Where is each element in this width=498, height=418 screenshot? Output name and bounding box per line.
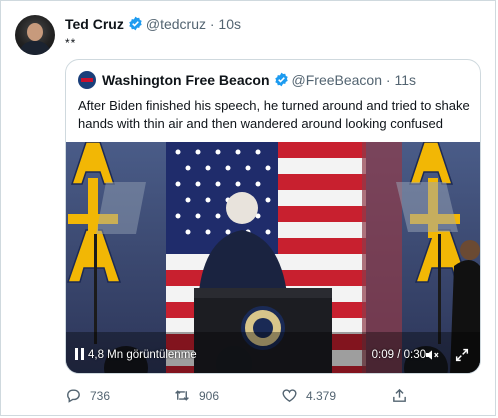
tweet-text: **	[65, 36, 77, 50]
like-icon	[281, 387, 298, 404]
like-count: 4.379	[306, 388, 337, 403]
action-bar: 736 906 4.379	[65, 387, 485, 405]
reply-button[interactable]: 736	[65, 387, 110, 404]
like-button[interactable]: 4.379	[281, 387, 336, 404]
avatar[interactable]	[15, 15, 55, 55]
video-player[interactable]: 4,8 Mn görüntülenme 0:09 / 0:30	[66, 142, 480, 373]
avatar-face	[27, 23, 43, 41]
author-handle[interactable]: @tedcruz	[146, 16, 206, 32]
share-icon	[391, 387, 408, 404]
reply-icon	[65, 387, 82, 404]
verified-badge-icon	[128, 16, 143, 34]
tweet-time[interactable]: · 10s	[210, 16, 241, 32]
retweet-icon	[173, 387, 191, 404]
reply-count: 736	[90, 388, 111, 403]
share-button[interactable]	[391, 387, 408, 404]
quoted-tweet[interactable]: Washington Free Beacon @FreeBeacon · 11s …	[65, 59, 481, 374]
quoted-avatar	[78, 71, 96, 89]
fullscreen-icon[interactable]	[454, 347, 470, 368]
pause-icon[interactable]	[74, 347, 86, 366]
video-frame	[66, 142, 480, 373]
video-time: 0:09 / 0:30	[371, 349, 426, 361]
retweet-count: 906	[199, 388, 220, 403]
quoted-time[interactable]: · 11s	[386, 72, 416, 88]
tweet-card[interactable]: Ted Cruz @tedcruz · 10s ** Washington Fre…	[0, 0, 496, 416]
tweet-header: Ted Cruz @tedcruz · 10s	[65, 16, 241, 34]
quoted-text: After Biden finished his speech, he turn…	[78, 98, 470, 131]
avatar-suit	[19, 41, 51, 55]
quoted-author-name[interactable]: Washington Free Beacon	[102, 72, 270, 88]
mute-icon[interactable]	[424, 347, 440, 368]
verified-badge-icon	[274, 72, 289, 90]
video-views: 4,8 Mn görüntülenme	[88, 349, 197, 361]
quoted-header: Washington Free Beacon @FreeBeacon · 11s	[78, 71, 416, 90]
retweet-button[interactable]: 906	[173, 387, 219, 404]
quoted-author-handle[interactable]: @FreeBeacon	[292, 72, 382, 88]
author-name[interactable]: Ted Cruz	[65, 16, 124, 32]
